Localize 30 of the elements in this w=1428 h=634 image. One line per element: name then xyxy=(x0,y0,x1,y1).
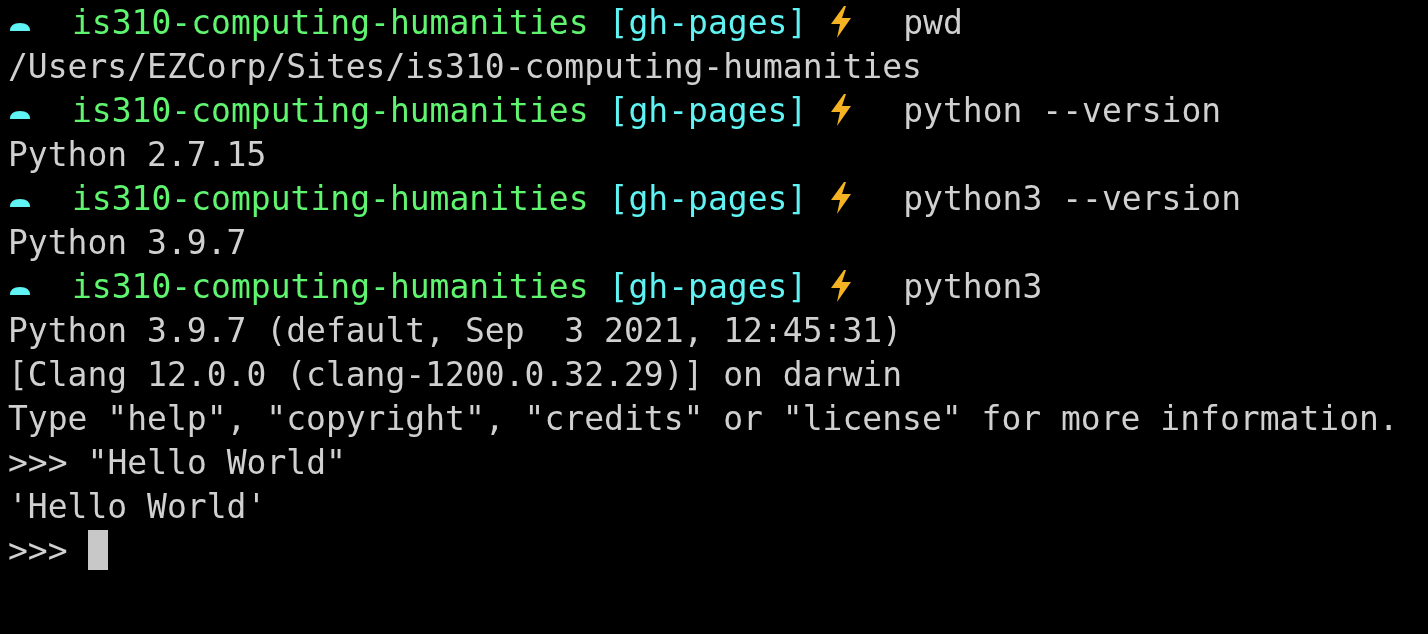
output-text: 'Hello World' xyxy=(8,486,267,526)
output-text: Python 3.9.7 xyxy=(8,222,247,262)
cloud-icon xyxy=(10,23,30,31)
directory-name: is310-computing-humanities xyxy=(72,266,589,306)
git-branch: [gh-pages] xyxy=(608,266,808,306)
lightning-icon xyxy=(829,270,854,302)
command-text: python3 xyxy=(903,266,1043,306)
repl-prompt: >>> xyxy=(8,442,68,482)
command-text: python3 --version xyxy=(903,178,1241,218)
command-text: pwd xyxy=(903,2,963,42)
git-branch: [gh-pages] xyxy=(608,2,808,42)
output-text: Python 2.7.15 xyxy=(8,134,267,174)
repl-prompt: >>> xyxy=(8,530,68,570)
lightning-icon xyxy=(829,182,854,214)
git-branch: [gh-pages] xyxy=(608,178,808,218)
cloud-icon xyxy=(10,199,30,207)
output-text: Type "help", "copyright", "credits" or "license" for more information. xyxy=(8,398,1399,438)
directory-name: is310-computing-humanities xyxy=(72,178,589,218)
git-branch: [gh-pages] xyxy=(608,90,808,130)
output-text: [Clang 12.0.0 (clang-1200.0.32.29)] on darwin xyxy=(8,354,903,394)
command-text: python --version xyxy=(903,90,1222,130)
directory-name: is310-computing-humanities xyxy=(72,2,589,42)
cloud-icon xyxy=(10,111,30,119)
lightning-icon xyxy=(829,94,854,126)
lightning-icon xyxy=(829,6,854,38)
directory-name: is310-computing-humanities xyxy=(72,90,589,130)
output-text: /Users/EZCorp/Sites/is310-computing-humanities xyxy=(8,46,922,86)
output-text: Python 3.9.7 (default, Sep 3 2021, 12:45:31) xyxy=(8,310,903,350)
cloud-icon xyxy=(10,287,30,295)
input-text: "Hello World" xyxy=(87,442,346,482)
